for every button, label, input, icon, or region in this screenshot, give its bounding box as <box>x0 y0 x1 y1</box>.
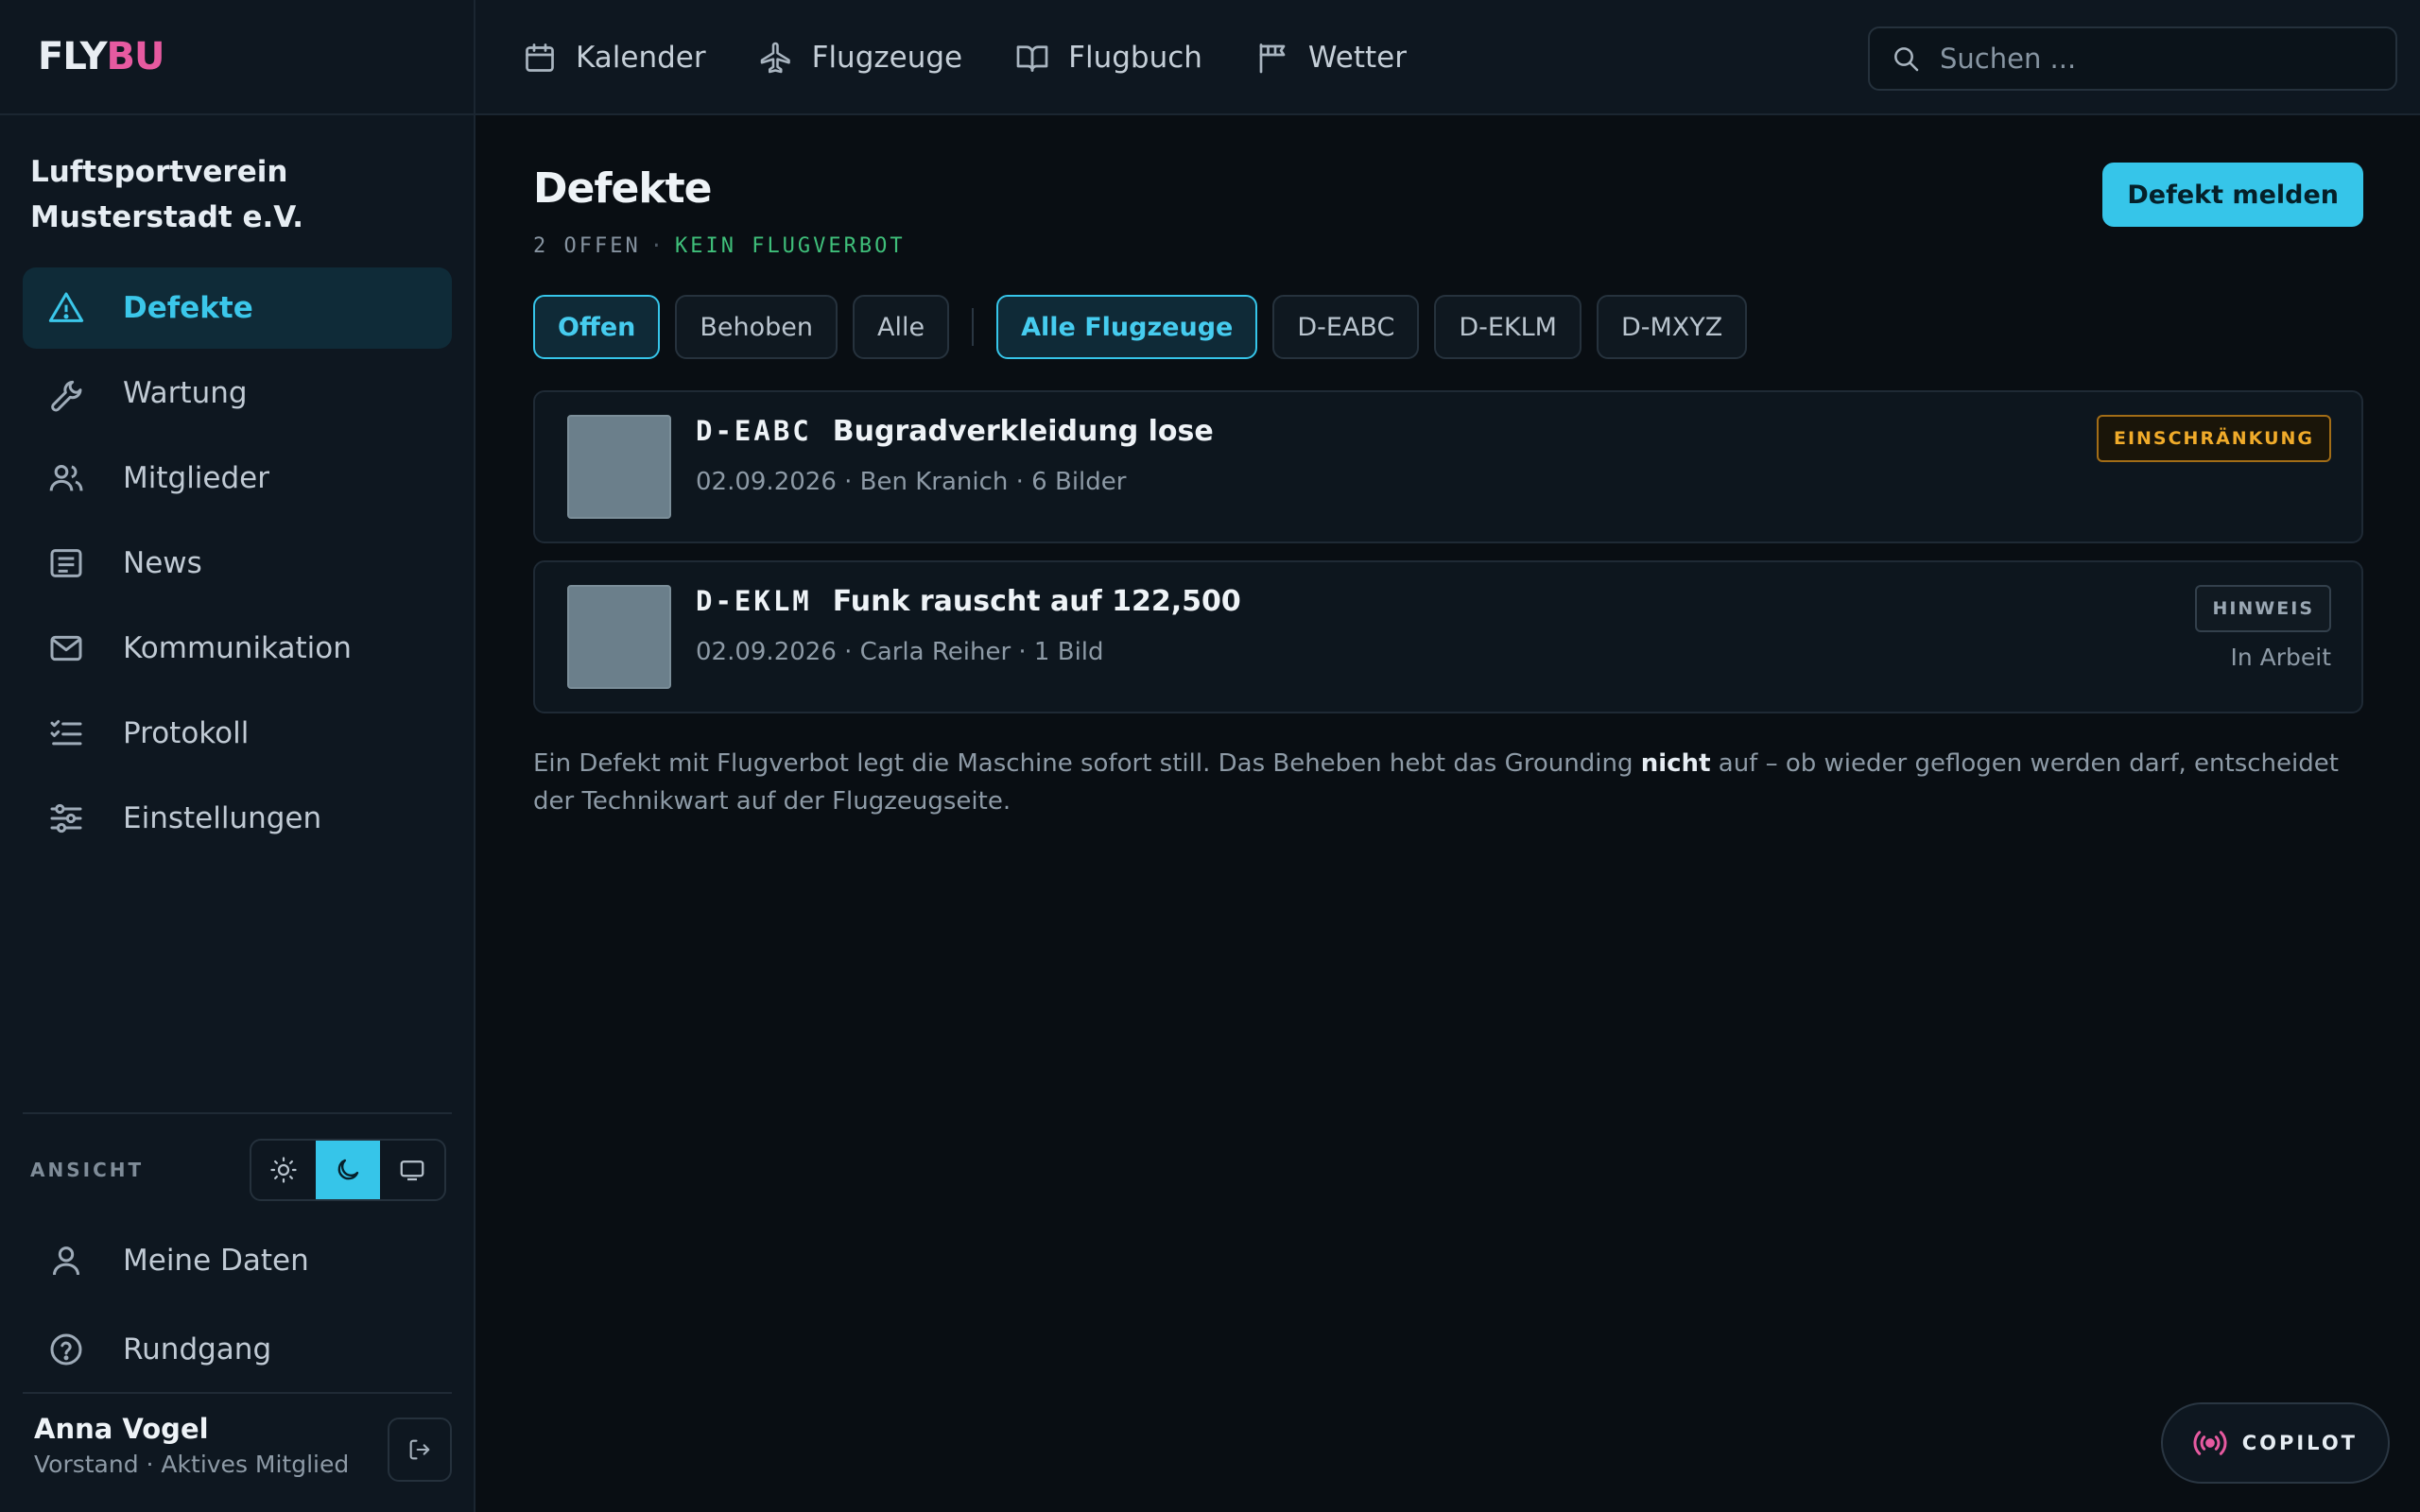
filter-alle[interactable]: Alle <box>853 295 950 359</box>
top-bar: Kalender Flugzeuge Flugbuch Wetter <box>475 0 2420 115</box>
topnav-flugzeuge[interactable]: Flugzeuge <box>759 41 963 75</box>
defect-title: D-EABC Bugradverkleidung lose <box>696 415 1214 448</box>
logout-icon <box>406 1436 433 1463</box>
sidebar-item-einstellungen[interactable]: Einstellungen <box>23 778 452 859</box>
sidebar-item-protokoll[interactable]: Protokoll <box>23 693 452 774</box>
sidebar-item-defekte[interactable]: Defekte <box>23 267 452 349</box>
copilot-button[interactable]: COPILOT <box>2160 1402 2390 1484</box>
view-label: ANSICHT <box>30 1159 145 1181</box>
windsock-icon <box>1255 41 1289 75</box>
defect-card[interactable]: D-EKLM Funk rauscht auf 122,500 02.09.20… <box>533 560 2363 713</box>
monitor-icon <box>398 1156 426 1184</box>
sidebar-item-label: Einstellungen <box>123 801 322 835</box>
defect-description: Funk rauscht auf 122,500 <box>832 585 1241 618</box>
sidebar-link-meine-daten[interactable]: Meine Daten <box>23 1218 452 1303</box>
sidebar-item-label: Mitglieder <box>123 461 269 495</box>
filter-d-mxyz[interactable]: D-MXYZ <box>1596 295 1748 359</box>
search-icon <box>1891 43 1921 74</box>
topnav-kalender[interactable]: Kalender <box>523 41 706 75</box>
app-logo[interactable]: FLYBU <box>38 35 165 78</box>
grounding-status: KEIN FLUGVERBOT <box>674 234 906 258</box>
user-icon <box>47 1242 85 1280</box>
topnav-label: Flugbuch <box>1068 41 1202 75</box>
defect-title: D-EKLM Funk rauscht auf 122,500 <box>696 585 1241 618</box>
sidebar-link-label: Rundgang <box>123 1332 272 1366</box>
sidebar-item-wartung[interactable]: Wartung <box>23 352 452 434</box>
theme-light-button[interactable] <box>251 1141 316 1199</box>
grounding-note: Ein Defekt mit Flugverbot legt die Masch… <box>533 749 2339 816</box>
defect-thumbnail <box>567 585 671 689</box>
filter-bar: Offen Behoben Alle Alle Flugzeuge D-EABC… <box>533 295 1762 359</box>
calendar-icon <box>523 41 557 75</box>
topnav-flugbuch[interactable]: Flugbuch <box>1015 41 1202 75</box>
report-defect-button[interactable]: Defekt melden <box>2102 163 2363 227</box>
logo-bar: FLYBU <box>0 0 474 115</box>
book-icon <box>1015 41 1049 75</box>
moon-icon <box>334 1156 362 1184</box>
sun-icon <box>269 1156 298 1184</box>
search-input[interactable] <box>1940 43 2375 75</box>
sidebar-item-label: Wartung <box>123 376 248 410</box>
filter-alle-flugzeuge[interactable]: Alle Flugzeuge <box>996 295 1258 359</box>
sidebar-item-label: Protokoll <box>123 716 250 750</box>
sidebar-nav: Defekte Wartung Mitglieder News Kommunik… <box>23 267 452 863</box>
filter-d-eabc[interactable]: D-EABC <box>1272 295 1420 359</box>
defect-meta: 02.09.2026 · Carla Reiher · 1 Bild <box>696 638 1104 666</box>
filter-offen[interactable]: Offen <box>533 295 661 359</box>
defect-registration: D-EKLM <box>696 585 812 617</box>
top-nav: Kalender Flugzeuge Flugbuch Wetter <box>523 0 1460 115</box>
user-profile: Anna Vogel Vorstand · Aktives Mitglied <box>23 1392 452 1482</box>
users-icon <box>47 459 85 497</box>
filter-behoben[interactable]: Behoben <box>675 295 838 359</box>
sidebar-item-news[interactable]: News <box>23 523 452 604</box>
filter-divider <box>972 308 975 346</box>
view-settings: ANSICHT <box>23 1114 452 1201</box>
sidebar-footer: ANSICHT Meine Daten Rundgang <box>23 1112 452 1392</box>
broadcast-icon <box>2191 1424 2229 1462</box>
sidebar-item-label: Defekte <box>123 291 253 325</box>
filter-d-eklm[interactable]: D-EKLM <box>1434 295 1582 359</box>
copilot-label: COPILOT <box>2241 1432 2358 1454</box>
topnav-label: Kalender <box>576 41 706 75</box>
page-title: Defekte <box>533 164 712 213</box>
plane-icon <box>759 41 793 75</box>
wrench-icon <box>47 374 85 412</box>
newspaper-icon <box>47 544 85 582</box>
theme-system-button[interactable] <box>380 1141 444 1199</box>
logout-button[interactable] <box>388 1418 452 1482</box>
theme-toggle <box>250 1139 446 1201</box>
topnav-wetter[interactable]: Wetter <box>1255 41 1407 75</box>
sidebar-link-rundgang[interactable]: Rundgang <box>23 1307 452 1392</box>
mail-icon <box>47 629 85 667</box>
defect-thumbnail <box>567 415 671 519</box>
list-check-icon <box>47 714 85 752</box>
severity-badge: HINWEIS <box>2195 585 2331 632</box>
defect-card[interactable]: D-EABC Bugradverkleidung lose 02.09.2026… <box>533 390 2363 543</box>
sidebar-link-label: Meine Daten <box>123 1244 309 1278</box>
open-count: 2 OFFEN <box>533 234 641 258</box>
warning-icon <box>47 289 85 327</box>
topnav-label: Flugzeuge <box>811 41 963 75</box>
defect-state: In Arbeit <box>2230 644 2331 671</box>
sidebar: FLYBU Luftsportverein Musterstadt e.V. D… <box>0 0 475 1512</box>
sidebar-item-label: Kommunikation <box>123 631 352 665</box>
sidebar-item-label: News <box>123 546 202 580</box>
theme-dark-button[interactable] <box>316 1141 380 1199</box>
topnav-label: Wetter <box>1307 41 1407 75</box>
help-circle-icon <box>47 1331 85 1368</box>
sliders-icon <box>47 799 85 837</box>
organization-name: Luftsportverein Musterstadt e.V. <box>30 155 304 234</box>
severity-badge: EINSCHRÄNKUNG <box>2096 415 2331 462</box>
sidebar-item-kommunikation[interactable]: Kommunikation <box>23 608 452 689</box>
defect-registration: D-EABC <box>696 415 812 447</box>
sidebar-item-mitglieder[interactable]: Mitglieder <box>23 438 452 519</box>
defect-description: Bugradverkleidung lose <box>832 415 1214 448</box>
defect-summary: 2 OFFEN · KEIN FLUGVERBOT <box>533 234 906 258</box>
defect-meta: 02.09.2026 · Ben Kranich · 6 Bilder <box>696 468 1127 496</box>
separator-dot: · <box>649 234 666 258</box>
search-box <box>1868 26 2397 91</box>
